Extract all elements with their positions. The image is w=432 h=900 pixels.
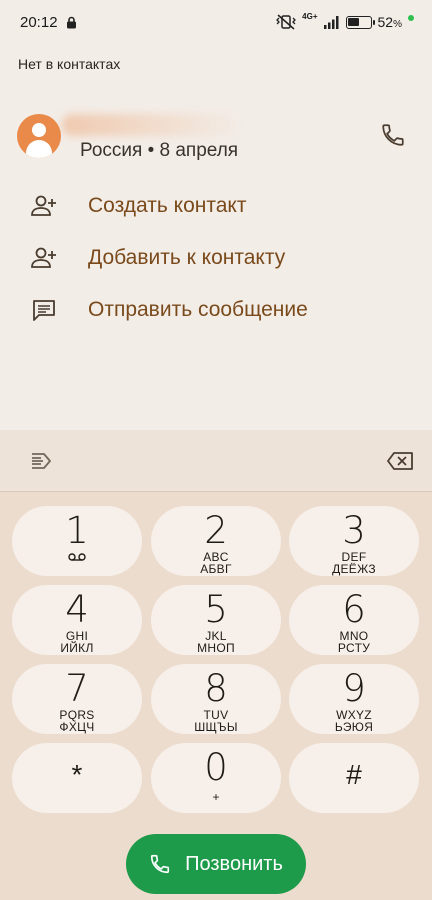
call-icon[interactable]: [380, 122, 406, 148]
voicemail-icon: [68, 553, 86, 561]
call-button[interactable]: Позвонить: [126, 834, 306, 894]
avatar-person-icon: [32, 123, 46, 137]
key-4[interactable]: 4 GHI ИЙКЛ: [12, 585, 142, 655]
vibrate-mute-icon: [276, 14, 297, 30]
add-person-icon: [31, 195, 56, 216]
add-to-contact-label: Добавить к контакту: [88, 246, 286, 269]
avatar[interactable]: [17, 114, 61, 158]
sim-menu-icon[interactable]: [30, 450, 58, 472]
key-1[interactable]: 1: [12, 506, 142, 576]
battery-icon: [345, 15, 375, 29]
key-9[interactable]: 9 WXYZ ЬЭЮЯ: [289, 664, 419, 734]
key-letters-cyrillic: ДЕЁЖЗ: [332, 562, 376, 576]
key-5[interactable]: 5 JKL МНОП: [151, 585, 281, 655]
key-2[interactable]: 2 ABC АБВГ: [151, 506, 281, 576]
key-digit: 9: [342, 667, 366, 710]
status-left: 20:12: [20, 14, 77, 31]
key-letters-cyrillic: АБВГ: [200, 562, 232, 576]
number-input-bar[interactable]: [0, 430, 432, 492]
caller-meta: Россия • 8 апреля: [80, 140, 239, 161]
key-7[interactable]: 7 PQRS ФХЦЧ: [12, 664, 142, 734]
add-person-icon: [31, 247, 56, 268]
blurred-phone-number: [62, 114, 242, 136]
key-digit: 8: [204, 667, 228, 710]
privacy-indicator-dot: [408, 15, 414, 21]
key-letters-cyrillic: ШЩЪЫ: [194, 720, 238, 734]
key-letters-cyrillic: РСТУ: [337, 641, 371, 655]
send-message-label: Отправить сообщение: [88, 298, 308, 321]
status-right: 4G+ 52%: [276, 12, 414, 30]
caller-row: Россия • 8 апреля: [0, 110, 432, 170]
key-digit: 1: [65, 509, 89, 552]
key-digit: 7: [65, 667, 89, 710]
key-digit: 3: [342, 509, 366, 552]
key-letters-cyrillic: ЬЭЮЯ: [334, 720, 374, 734]
key-letters-cyrillic: МНОП: [197, 641, 235, 655]
status-bar: 20:12 4G+ 52%: [0, 0, 432, 44]
key-8[interactable]: 8 TUV ШЩЪЫ: [151, 664, 281, 734]
create-contact-action[interactable]: Создать контакт: [0, 184, 432, 228]
send-message-action[interactable]: Отправить сообщение: [0, 288, 432, 332]
key-0[interactable]: 0 +: [151, 743, 281, 813]
key-3[interactable]: 3 DEF ДЕЁЖЗ: [289, 506, 419, 576]
key-digit: 6: [342, 588, 366, 631]
key-digit: 5: [204, 588, 228, 631]
create-contact-label: Создать контакт: [88, 194, 247, 217]
key-letters-cyrillic: ФХЦЧ: [59, 720, 95, 734]
battery-unit: %: [393, 19, 402, 30]
network-label: 4G+: [302, 12, 318, 21]
status-time: 20:12: [20, 13, 58, 31]
key-star[interactable]: *: [12, 743, 142, 813]
key-digit: 4: [65, 588, 89, 631]
backspace-icon[interactable]: [386, 451, 414, 471]
phone-icon: [151, 854, 170, 874]
avatar-body: [26, 140, 52, 158]
battery-fill: [348, 18, 359, 26]
battery-percent: 52%: [377, 14, 402, 30]
key-letters-cyrillic: ИЙКЛ: [60, 641, 94, 655]
not-in-contacts-label: Нет в контактах: [18, 56, 121, 72]
lock-icon: [66, 16, 76, 28]
key-digit: 2: [204, 509, 228, 552]
key-hash[interactable]: #: [289, 743, 419, 813]
message-icon: [33, 300, 55, 321]
key-digit: #: [346, 759, 362, 790]
call-button-label: Позвонить: [185, 852, 283, 875]
key-6[interactable]: 6 MNO РСТУ: [289, 585, 419, 655]
key-plus: +: [212, 790, 220, 804]
add-to-contact-action[interactable]: Добавить к контакту: [0, 236, 432, 280]
key-digit: 0: [204, 746, 228, 789]
signal-icon: [323, 15, 339, 29]
key-digit: *: [71, 759, 83, 790]
